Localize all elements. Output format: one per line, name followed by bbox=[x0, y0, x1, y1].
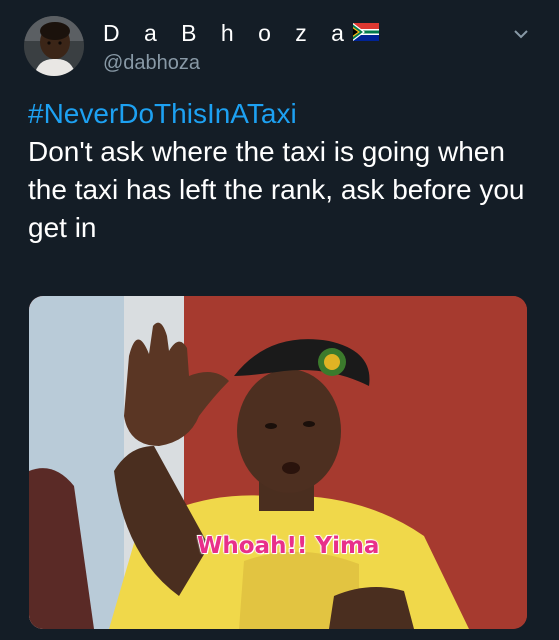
tweet-body: Don't ask where the taxi is going when t… bbox=[28, 136, 525, 243]
tweet-card[interactable]: D a B h o z a @dabhoza #NeverDoThisInATa… bbox=[0, 0, 559, 640]
south-africa-flag-icon bbox=[352, 20, 379, 47]
meme-caption: Whoah!! Yima bbox=[196, 533, 380, 560]
chevron-down-icon[interactable] bbox=[511, 24, 531, 44]
user-handle[interactable]: @dabhoza bbox=[103, 52, 200, 75]
avatar[interactable] bbox=[24, 16, 84, 76]
tweet-text: #NeverDoThisInATaxi Don't ask where the … bbox=[28, 95, 538, 247]
display-name-text: D a B h o z a bbox=[103, 20, 353, 46]
display-name[interactable]: D a B h o z a bbox=[103, 20, 379, 47]
meme-photo bbox=[29, 296, 527, 629]
tweet-image[interactable]: Whoah!! Yima bbox=[29, 296, 527, 629]
hashtag-link[interactable]: #NeverDoThisInATaxi bbox=[28, 95, 538, 133]
